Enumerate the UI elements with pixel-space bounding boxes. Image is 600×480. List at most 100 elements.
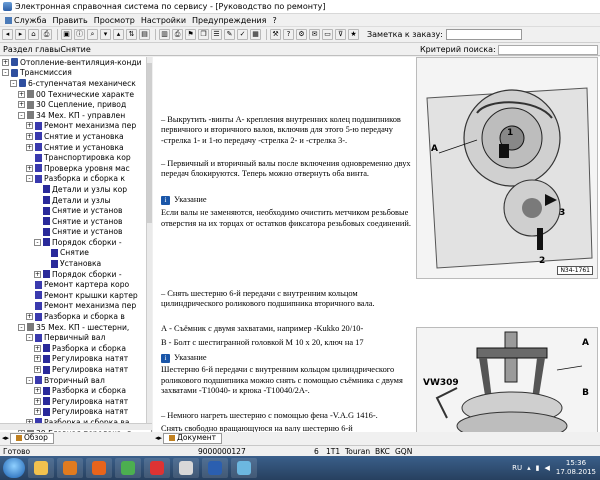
tree-item[interactable]: +00 Технические характе	[0, 89, 151, 100]
print-icon[interactable]: ⎙	[41, 29, 52, 40]
tree-item[interactable]: Снятие	[0, 248, 151, 259]
settings-icon[interactable]: ⚙	[296, 29, 307, 40]
collapse-icon[interactable]: -	[2, 69, 9, 77]
back-icon[interactable]: ◂	[2, 29, 13, 40]
tree-item[interactable]: - Трансмиссия	[0, 68, 151, 79]
tree-item[interactable]: Снятие и установ	[0, 227, 151, 238]
media-icon[interactable]	[57, 458, 83, 478]
tree-item[interactable]: Установка	[0, 258, 151, 269]
collapse-icon[interactable]: -	[26, 334, 33, 342]
tree-item[interactable]: + Отопление-вентиляция-конди	[0, 57, 151, 68]
tab-scroll-arrows[interactable]: ◂▸	[2, 434, 9, 442]
menu-view[interactable]: Просмотр	[91, 16, 138, 25]
collapse-icon[interactable]: -	[18, 323, 25, 331]
tree-item[interactable]: - Порядок сборки -	[0, 237, 151, 248]
tree-item[interactable]: + Регулировка натят	[0, 354, 151, 365]
tab-document[interactable]: Документ	[163, 432, 222, 444]
tray-arrows-icon[interactable]: ▴	[527, 464, 531, 472]
tree-item[interactable]: Снятие и установ	[0, 205, 151, 216]
start-button[interactable]	[3, 458, 25, 478]
tree-item[interactable]: Ремонт крышки картер	[0, 290, 151, 301]
mail-icon[interactable]: ✉	[309, 29, 320, 40]
expand-icon[interactable]: +	[34, 270, 41, 278]
tree-item[interactable]: Ремонт механизма пер	[0, 301, 151, 312]
tree-item[interactable]: + Снятие и установка	[0, 131, 151, 142]
expand-icon[interactable]: +	[34, 355, 41, 363]
tree-item[interactable]: Транспортировка кор	[0, 152, 151, 163]
down-icon[interactable]: ▾	[100, 29, 111, 40]
flag-icon[interactable]: ⚑	[185, 29, 196, 40]
filter-icon[interactable]: ⊽	[335, 29, 346, 40]
firefox-icon[interactable]	[86, 458, 112, 478]
pages-icon[interactable]: ▤	[139, 29, 150, 40]
forward-icon[interactable]: ▸	[15, 29, 26, 40]
paint-icon[interactable]	[231, 458, 257, 478]
tree-horizontal-scrollbar[interactable]	[0, 423, 152, 430]
save-icon[interactable]: ▣	[61, 29, 72, 40]
tree-item[interactable]: + Регулировка натят	[0, 364, 151, 375]
tree-item[interactable]: - 34 Мех. КП - управлен	[0, 110, 151, 121]
yandex-icon[interactable]	[144, 458, 170, 478]
list-icon[interactable]: ☰	[211, 29, 222, 40]
explorer-icon[interactable]	[28, 458, 54, 478]
order-note-input[interactable]	[445, 29, 522, 40]
collapse-icon[interactable]: -	[10, 79, 17, 87]
menu-warnings[interactable]: Предупреждения	[189, 16, 269, 25]
up-icon[interactable]: ▴	[113, 29, 124, 40]
sort-icon[interactable]: ⇅	[126, 29, 137, 40]
tree-item[interactable]: Детали и узлы	[0, 195, 151, 206]
volume-icon[interactable]: ◀	[545, 464, 550, 472]
tree-item[interactable]: Детали и узлы кор	[0, 184, 151, 195]
book-icon[interactable]: ▥	[159, 29, 170, 40]
search-icon[interactable]: ⌕	[87, 29, 98, 40]
expand-icon[interactable]: +	[34, 397, 41, 405]
menu-service[interactable]: Служба	[2, 16, 49, 25]
expand-icon[interactable]: +	[34, 344, 41, 352]
tree-item[interactable]: + Разборка и сборка	[0, 343, 151, 354]
tree-item[interactable]: + Разборка и сборка	[0, 385, 151, 396]
tools-icon[interactable]: ⚒	[270, 29, 281, 40]
tree-item[interactable]: Снятие и установ	[0, 216, 151, 227]
menu-edit[interactable]: Править	[49, 16, 90, 25]
menu-settings[interactable]: Настройки	[138, 16, 189, 25]
help-icon[interactable]: ?	[283, 29, 294, 40]
home-icon[interactable]: ⌂	[28, 29, 39, 40]
expand-icon[interactable]: +	[26, 143, 33, 151]
tab-overview[interactable]: Обзор	[10, 432, 54, 444]
copy-icon[interactable]: ❐	[198, 29, 209, 40]
expand-icon[interactable]: +	[34, 387, 41, 395]
tree-item[interactable]: - 35 Мех. КП - шестерни,	[0, 322, 151, 333]
word-icon[interactable]	[202, 458, 228, 478]
network-icon[interactable]: ▮	[536, 464, 540, 472]
info-icon[interactable]: ⓘ	[74, 29, 85, 40]
elsa-icon[interactable]	[173, 458, 199, 478]
expand-icon[interactable]: +	[34, 366, 41, 374]
tree-item[interactable]: + Проверка уровня мас	[0, 163, 151, 174]
check-icon[interactable]: ✓	[237, 29, 248, 40]
expand-icon[interactable]: +	[34, 408, 41, 416]
expand-icon[interactable]: +	[18, 90, 25, 98]
collapse-icon[interactable]: -	[34, 238, 41, 246]
tree-item[interactable]: + Регулировка натят	[0, 396, 151, 407]
expand-icon[interactable]: +	[26, 164, 33, 172]
scrollbar-thumb[interactable]	[147, 63, 152, 223]
collapse-icon[interactable]: -	[18, 111, 25, 119]
tree-item[interactable]: - Первичный вал	[0, 332, 151, 343]
tab-scroll-arrows[interactable]: ◂▸	[155, 434, 162, 442]
expand-icon[interactable]: +	[26, 122, 33, 130]
tree-vertical-scrollbar[interactable]	[146, 57, 152, 423]
tree-item[interactable]: + Регулировка натят	[0, 407, 151, 418]
tree-item[interactable]: - 6-ступенчатая механическ	[0, 78, 151, 89]
expand-icon[interactable]: +	[18, 101, 25, 109]
expand-icon[interactable]: +	[26, 132, 33, 140]
tree-item[interactable]: +30 Сцепление, привод	[0, 99, 151, 110]
expand-icon[interactable]: +	[26, 313, 33, 321]
tree-item[interactable]: - Вторичный вал	[0, 375, 151, 386]
tree-item[interactable]: Ремонт картера коро	[0, 279, 151, 290]
collapse-icon[interactable]: -	[26, 175, 33, 183]
table-icon[interactable]: ▦	[250, 29, 261, 40]
search-criteria-input[interactable]	[497, 44, 598, 55]
menu-help[interactable]: ?	[269, 16, 279, 25]
language-indicator[interactable]: RU	[512, 464, 522, 472]
print2-icon[interactable]: ⎙	[172, 29, 183, 40]
